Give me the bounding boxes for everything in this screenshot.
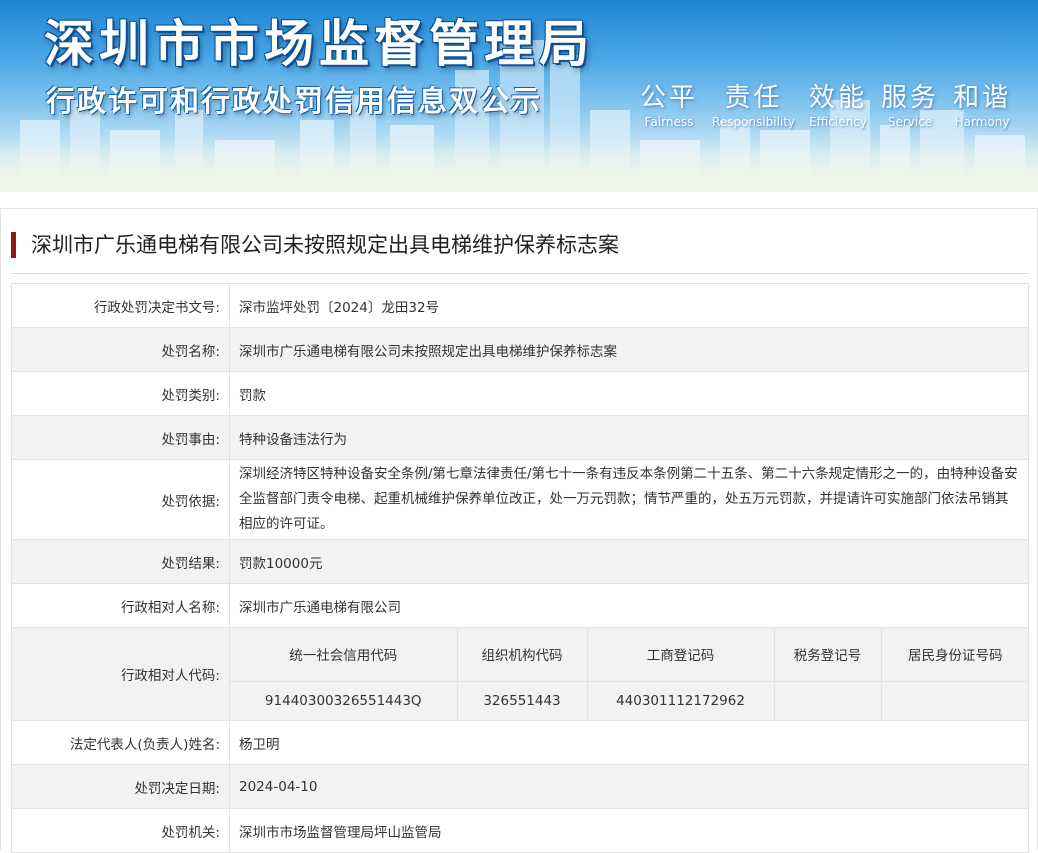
legal-rep-value: 杨卫明 bbox=[229, 720, 1029, 765]
legal-rep-label: 法定代表人(负责人)姓名: bbox=[11, 720, 230, 765]
penalty-info-table: 行政处罚决定书文号: 深市监坪处罚〔2024〕龙田32号 处罚名称: 深圳市广乐… bbox=[11, 283, 1029, 853]
party-name-value: 深圳市广乐通电梯有限公司 bbox=[229, 583, 1029, 628]
code-header-row: 统一社会信用代码 组织机构代码 工商登记码 税务登记号 居民身份证号码 bbox=[230, 628, 1029, 682]
authority-label: 处罚机关: bbox=[11, 808, 230, 853]
value-en: Harmony bbox=[954, 115, 1010, 129]
business-reg-value: 440301112172962 bbox=[586, 680, 775, 720]
party-code-table: 统一社会信用代码 组织机构代码 工商登记码 税务登记号 居民身份证号码 9144… bbox=[230, 628, 1029, 720]
value-fairness: 公平 Fairness bbox=[640, 82, 698, 130]
decision-no-value: 深市监坪处罚〔2024〕龙田32号 bbox=[229, 283, 1029, 328]
value-harmony: 和谐 Harmony bbox=[953, 82, 1011, 130]
value-en: Fairness bbox=[644, 115, 694, 129]
penalty-basis-value: 深圳经济特区特种设备安全条例/第七章法律责任/第七十一条有违反本条例第二十五条、… bbox=[229, 459, 1029, 540]
decision-no-label: 行政处罚决定书文号: bbox=[11, 283, 230, 328]
portal-subtitle: 行政许可和行政处罚信用信息双公示 bbox=[46, 84, 543, 118]
org-code-header: 组织机构代码 bbox=[456, 628, 588, 682]
value-efficiency: 效能 Efficiency bbox=[809, 82, 867, 130]
value-responsibility: 责任 Responsibility bbox=[712, 82, 795, 130]
decision-date-label: 处罚决定日期: bbox=[11, 764, 230, 809]
agency-title: 深圳市市场监督管理局 bbox=[44, 15, 594, 73]
value-cn: 和谐 bbox=[953, 83, 1012, 113]
table-row: 处罚事由: 特种设备违法行为 bbox=[11, 415, 1029, 460]
page-title: 深圳市广乐通电梯有限公司未按照规定出具电梯维护保养标志案 bbox=[31, 233, 619, 257]
value-service: 服务 Service bbox=[881, 82, 939, 130]
value-en: Efficiency bbox=[809, 115, 867, 129]
value-en: Responsibility bbox=[712, 115, 796, 129]
party-name-label: 行政相对人名称: bbox=[11, 583, 230, 628]
decision-date-value: 2024-04-10 bbox=[229, 764, 1029, 809]
tax-reg-header: 税务登记号 bbox=[773, 628, 882, 682]
core-values: 公平 Fairness 责任 Responsibility 效能 Efficie… bbox=[640, 82, 1025, 130]
table-row: 行政相对人名称: 深圳市广乐通电梯有限公司 bbox=[11, 583, 1029, 628]
value-cn: 效能 bbox=[809, 83, 868, 113]
party-code-cell: 统一社会信用代码 组织机构代码 工商登记码 税务登记号 居民身份证号码 9144… bbox=[229, 627, 1029, 721]
penalty-type-label: 处罚类别: bbox=[11, 371, 230, 416]
penalty-result-label: 处罚结果: bbox=[11, 539, 230, 584]
code-value-row: 91440300326551443Q 326551443 44030111217… bbox=[230, 680, 1029, 720]
tax-reg-value bbox=[773, 680, 882, 720]
penalty-reason-value: 特种设备违法行为 bbox=[229, 415, 1029, 460]
table-row: 行政相对人代码: 统一社会信用代码 组织机构代码 工商登记码 税务登记号 居民身… bbox=[11, 627, 1029, 721]
table-row: 处罚依据: 深圳经济特区特种设备安全条例/第七章法律责任/第七十一条有违反本条例… bbox=[11, 459, 1029, 540]
value-cn: 责任 bbox=[724, 83, 783, 113]
penalty-basis-label: 处罚依据: bbox=[11, 459, 230, 540]
table-row: 处罚机关: 深圳市市场监督管理局坪山监管局 bbox=[11, 808, 1029, 853]
value-en: Service bbox=[887, 115, 933, 129]
table-row: 处罚名称: 深圳市广乐通电梯有限公司未按照规定出具电梯维护保养标志案 bbox=[11, 327, 1029, 372]
business-reg-header: 工商登记码 bbox=[586, 628, 775, 682]
title-accent-bar bbox=[11, 232, 16, 258]
table-row: 处罚决定日期: 2024-04-10 bbox=[11, 764, 1029, 809]
value-cn: 服务 bbox=[881, 83, 940, 113]
party-code-label: 行政相对人代码: bbox=[11, 627, 230, 721]
penalty-name-label: 处罚名称: bbox=[11, 327, 230, 372]
penalty-type-value: 罚款 bbox=[229, 371, 1029, 416]
penalty-name-value: 深圳市广乐通电梯有限公司未按照规定出具电梯维护保养标志案 bbox=[229, 327, 1029, 372]
penalty-reason-label: 处罚事由: bbox=[11, 415, 230, 460]
org-code-value: 326551443 bbox=[456, 680, 588, 720]
penalty-result-value: 罚款10000元 bbox=[229, 539, 1029, 584]
table-row: 处罚结果: 罚款10000元 bbox=[11, 539, 1029, 584]
value-cn: 公平 bbox=[640, 83, 699, 113]
id-card-header: 居民身份证号码 bbox=[880, 628, 1029, 682]
header-banner: 深圳市市场监督管理局 行政许可和行政处罚信用信息双公示 公平 Fairness … bbox=[0, 0, 1038, 192]
id-card-value bbox=[880, 680, 1029, 720]
credit-code-header: 统一社会信用代码 bbox=[230, 628, 458, 682]
authority-value: 深圳市市场监督管理局坪山监管局 bbox=[229, 808, 1029, 853]
page-title-row: 深圳市广乐通电梯有限公司未按照规定出具电梯维护保养标志案 bbox=[11, 229, 1029, 274]
table-row: 处罚类别: 罚款 bbox=[11, 371, 1029, 416]
table-row: 法定代表人(负责人)姓名: 杨卫明 bbox=[11, 720, 1029, 765]
credit-code-value: 91440300326551443Q bbox=[230, 680, 458, 720]
table-row: 行政处罚决定书文号: 深市监坪处罚〔2024〕龙田32号 bbox=[11, 283, 1029, 328]
main-content: 深圳市广乐通电梯有限公司未按照规定出具电梯维护保养标志案 行政处罚决定书文号: … bbox=[0, 208, 1038, 853]
